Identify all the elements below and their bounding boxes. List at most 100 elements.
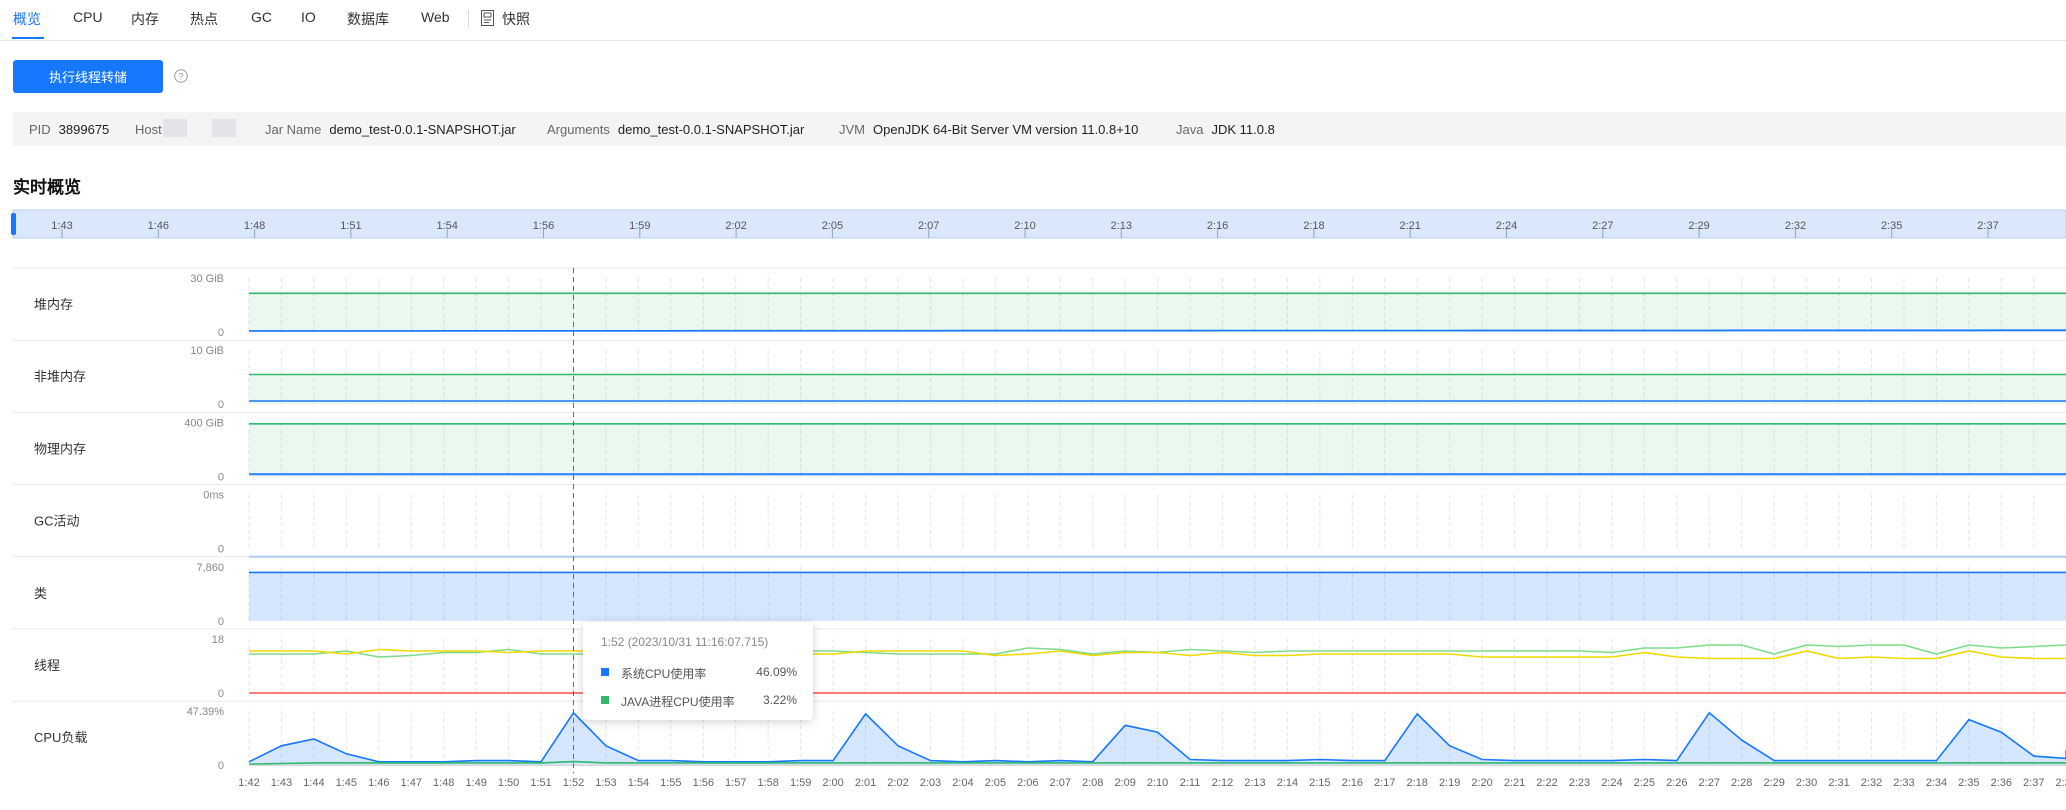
x-axis-tick-label: 1:56 — [693, 777, 714, 789]
overview-tick-label: 2:24 — [1496, 220, 1517, 232]
series-area — [249, 374, 2066, 405]
top-tab-bar: 概览 CPU 内存 热点 GC IO 数据库 Web 快照 — [0, 0, 2066, 41]
tab-web[interactable]: Web — [421, 9, 450, 25]
realtime-overview-charts: 1:43 1:46 1:48 1:51 1:54 1:56 1:59 2:02 2:05 2:07… — [11, 209, 2066, 789]
x-axis-tick-label: 2:07 — [1050, 777, 1071, 789]
question-circle-icon[interactable]: ? — [174, 69, 188, 83]
x-axis-tick-label: 2:23 — [1569, 777, 1590, 789]
overview-tick-label: 1:56 — [533, 220, 554, 232]
overview-brush-handle — [11, 213, 16, 235]
java-value: JDK 11.0.8 — [1211, 122, 1275, 137]
tooltip-title: 1:52 (2023/10/31 11:16:07.715) — [601, 635, 769, 649]
overview-tick-label: 2:32 — [1785, 220, 1806, 232]
y-axis-max-label: 18 — [212, 634, 224, 646]
x-axis-tick-label: 2:05 — [985, 777, 1006, 789]
overview-tick-label: 1:54 — [436, 220, 457, 232]
series-area — [249, 293, 2066, 332]
overview-tick-label: 2:35 — [1881, 220, 1902, 232]
thread-dump-button[interactable]: 执行线程转储 — [13, 60, 163, 93]
x-axis-tick-label: 2:03 — [920, 777, 941, 789]
panel-label: 类 — [34, 586, 47, 601]
overview-tick-label: 2:21 — [1399, 220, 1420, 232]
x-axis-tick-label: 1:46 — [368, 777, 389, 789]
overview-brush-band — [12, 209, 2066, 239]
x-axis-tick-label: 1:43 — [271, 777, 292, 789]
overview-tick-label: 2:27 — [1592, 220, 1613, 232]
host-value-redacted — [212, 119, 236, 137]
x-axis-tick-label: 2:21 — [1504, 777, 1525, 789]
x-axis-tick-label: 1:42 — [238, 777, 259, 789]
svg-text:?: ? — [178, 72, 183, 82]
chart-tooltip: 1:52 (2023/10/31 11:16:07.715) 系统CPU使用率 … — [583, 622, 813, 720]
overview-tick-label: 2:16 — [1207, 220, 1228, 232]
jar-info: Jar Name demo_test-0.0.1-SNAPSHOT.jar — [265, 122, 516, 137]
x-axis-tick-label: 2:04 — [952, 777, 973, 789]
x-axis-tick-label: 2:31 — [1828, 777, 1849, 789]
jvm-info: JVM OpenJDK 64-Bit Server VM version 11.0… — [839, 122, 1139, 137]
x-axis-tick-label: 2:13 — [1244, 777, 1265, 789]
y-axis-max-label: 7,860 — [196, 562, 224, 574]
x-axis-tick-label: 2:15 — [1309, 777, 1330, 789]
tooltip-row-label: 系统CPU使用率 — [621, 667, 707, 681]
overview-tick-label: 2:05 — [822, 220, 843, 232]
y-axis-min-label: 0 — [218, 327, 224, 339]
pid-value: 3899675 — [58, 122, 110, 137]
x-axis-tick-label: 2:36 — [1991, 777, 2012, 789]
jar-value: demo_test-0.0.1-SNAPSHOT.jar — [329, 122, 516, 137]
tab-snapshot[interactable]: 快照 — [502, 9, 530, 29]
x-axis-tick-label: 2:33 — [1893, 777, 1914, 789]
x-axis-tick-label: 2:19 — [1439, 777, 1460, 789]
x-axis-tick-label: 2:26 — [1666, 777, 1687, 789]
tab-memory[interactable]: 内存 — [131, 9, 159, 29]
y-axis-min-label: 0 — [218, 688, 224, 700]
tooltip-row-value: 46.09% — [756, 665, 797, 679]
x-axis-tick-label: 1:55 — [660, 777, 681, 789]
x-axis-tick-label: 2:38 — [2055, 777, 2066, 789]
tab-divider — [468, 10, 469, 28]
x-axis-tick-label: 2:08 — [1082, 777, 1103, 789]
panel-label: 堆内存 — [34, 297, 73, 312]
x-axis-tick-label: 2:00 — [822, 777, 843, 789]
x-axis-tick-label: 1:45 — [336, 777, 357, 789]
x-axis-tick-label: 2:32 — [1861, 777, 1882, 789]
panel-label: 物理内存 — [34, 441, 86, 456]
x-axis-tick-label: 2:09 — [1114, 777, 1135, 789]
tooltip-row: 系统CPU使用率 46.09% — [601, 664, 797, 681]
overview-tick-label: 1:46 — [148, 220, 169, 232]
x-axis-tick-label: 2:37 — [2023, 777, 2044, 789]
y-axis-min-label: 0 — [218, 616, 224, 628]
overview-tick-label: 2:37 — [1977, 220, 1998, 232]
x-axis-tick-label: 1:50 — [498, 777, 519, 789]
tab-cpu[interactable]: CPU — [73, 9, 103, 25]
tab-io[interactable]: IO — [301, 9, 316, 25]
x-axis-tick-label: 1:54 — [628, 777, 649, 789]
x-axis-tick-label: 2:35 — [1958, 777, 1979, 789]
panel-label: GC活动 — [34, 514, 80, 529]
x-axis-tick-label: 2:22 — [1536, 777, 1557, 789]
tab-database[interactable]: 数据库 — [347, 9, 389, 29]
y-axis-min-label: 0 — [218, 399, 224, 411]
y-axis-max-label: 10 GiB — [190, 345, 224, 357]
x-axis-tick-label: 1:51 — [530, 777, 551, 789]
overview-tick-label: 2:10 — [1014, 220, 1035, 232]
x-axis-tick-label: 2:20 — [1471, 777, 1492, 789]
tooltip-row-label: JAVA进程CPU使用率 — [621, 695, 735, 709]
x-axis-tick-label: 2:30 — [1796, 777, 1817, 789]
y-axis-min-label: 0 — [218, 544, 224, 556]
y-axis-max-label: 400 GiB — [184, 417, 224, 429]
tab-hotspot[interactable]: 热点 — [190, 9, 218, 29]
y-axis-max-label: 47.39% — [187, 706, 225, 718]
panel-label: CPU负载 — [34, 730, 87, 745]
y-axis-max-label: 30 GiB — [190, 273, 224, 285]
x-axis-tick-label: 2:29 — [1763, 777, 1784, 789]
overview-tick-label: 2:02 — [725, 220, 746, 232]
x-axis-tick-label: 1:44 — [303, 777, 324, 789]
tab-overview[interactable]: 概览 — [13, 9, 41, 29]
tab-gc[interactable]: GC — [251, 9, 272, 25]
overview-tick-label: 1:51 — [340, 220, 361, 232]
x-axis-tick-label: 2:12 — [1212, 777, 1233, 789]
snapshot-icon[interactable] — [481, 10, 494, 26]
tooltip-row: JAVA进程CPU使用率 3.22% — [601, 692, 797, 709]
overview-tick-label: 1:59 — [629, 220, 650, 232]
java-info: Java JDK 11.0.8 — [1176, 122, 1275, 137]
